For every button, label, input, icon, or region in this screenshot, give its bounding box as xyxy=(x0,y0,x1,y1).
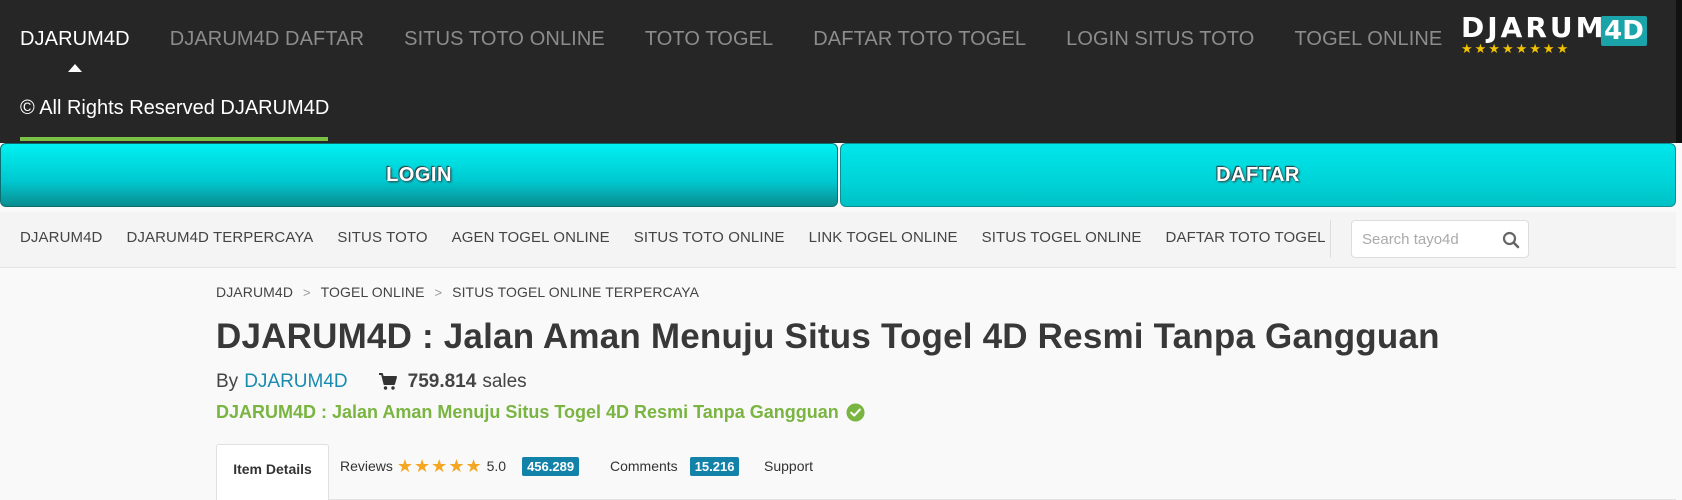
verified-subtitle: DJARUM4D : Jalan Aman Menuju Situs Togel… xyxy=(216,402,865,423)
subnav-item-situs-toto[interactable]: SITUS TOTO xyxy=(337,229,427,246)
login-button[interactable]: LOGIN xyxy=(0,143,838,207)
breadcrumb: DJARUM4D > TOGEL ONLINE > SITUS TOGEL ON… xyxy=(216,284,699,300)
tab-support[interactable]: Support xyxy=(764,444,813,488)
cart-icon xyxy=(378,373,397,390)
sales-count: 759.814 xyxy=(407,371,477,392)
logo-4d-box: 4D xyxy=(1601,16,1647,46)
site-logo[interactable]: DJARUM 4D ★★★★★★★★ xyxy=(1461,11,1647,56)
page-title: DJARUM4D : Jalan Aman Menuju Situs Togel… xyxy=(216,317,1440,356)
breadcrumb-item-situs-togel[interactable]: SITUS TOGEL ONLINE TERPERCAYA xyxy=(452,284,699,300)
chevron-right-icon: > xyxy=(434,284,443,300)
subnav-item-djarum4d[interactable]: DJARUM4D xyxy=(20,229,102,246)
tab-reviews[interactable]: Reviews ★★★★★ 5.0 456.289 xyxy=(340,444,580,488)
topnav-item-daftar-toto-togel[interactable]: DAFTAR TOTO TOGEL xyxy=(813,28,1026,51)
subnav-item-situs-toto-online[interactable]: SITUS TOTO ONLINE xyxy=(634,229,785,246)
topnav-item-djarum4d-daftar[interactable]: DJARUM4D DAFTAR xyxy=(170,28,364,51)
author-link[interactable]: DJARUM4D xyxy=(244,371,347,393)
subnav-item-daftar-toto-togel[interactable]: DAFTAR TOTO TOGEL xyxy=(1166,229,1326,246)
search-input[interactable] xyxy=(1362,229,1492,249)
reviews-label: Reviews xyxy=(340,458,393,474)
subnav-item-link-togel-online[interactable]: LINK TOGEL ONLINE xyxy=(809,229,958,246)
active-caret-icon xyxy=(68,64,82,72)
item-tabs: Item Details Reviews ★★★★★ 5.0 456.289 C… xyxy=(216,444,1676,500)
secondary-nav: DJARUM4D DJARUM4D TERPERCAYA SITUS TOTO … xyxy=(0,212,1676,268)
reviews-count-badge: 456.289 xyxy=(522,456,580,476)
sales-label: sales xyxy=(482,371,527,392)
topnav-item-togel-online[interactable]: TOGEL ONLINE xyxy=(1294,28,1442,51)
topnav-item-login-situs-toto[interactable]: LOGIN SITUS TOTO xyxy=(1066,28,1254,51)
topnav-item-situs-toto-online[interactable]: SITUS TOTO ONLINE xyxy=(404,28,605,51)
daftar-button[interactable]: DAFTAR xyxy=(840,143,1676,207)
rating-stars-icon: ★★★★★ xyxy=(396,455,483,476)
topnav-item-toto-togel[interactable]: TOTO TOGEL xyxy=(645,28,773,51)
auth-buttons: LOGIN DAFTAR xyxy=(0,143,1676,207)
chevron-right-icon: > xyxy=(303,284,311,300)
logo-wordmark: DJARUM xyxy=(1461,11,1607,44)
comments-label: Comments xyxy=(610,458,678,474)
byline: By DJARUM4D 759.814 sales xyxy=(216,371,527,393)
comments-count-badge: 15.216 xyxy=(689,456,740,476)
rating-value: 5.0 xyxy=(486,458,507,474)
subnav-item-djarum4d-terpercaya[interactable]: DJARUM4D TERPERCAYA xyxy=(126,229,313,246)
topnav-item-djarum4d[interactable]: DJARUM4D xyxy=(20,28,130,51)
subtitle-text: DJARUM4D : Jalan Aman Menuju Situs Togel… xyxy=(216,402,839,422)
logo-stars-icon: ★★★★★★★★ xyxy=(1461,41,1571,56)
copyright-text: © All Rights Reserved DJARUM4D xyxy=(20,97,330,119)
top-header: DJARUM4D DJARUM4D DAFTAR SITUS TOTO ONLI… xyxy=(0,0,1682,143)
tab-comments[interactable]: Comments 15.216 xyxy=(610,444,740,488)
verified-check-icon xyxy=(846,403,865,422)
subnav-item-situs-togel-online[interactable]: SITUS TOGEL ONLINE xyxy=(982,229,1142,246)
copyright-underline xyxy=(20,137,328,141)
subnav-item-agen-togel-online[interactable]: AGEN TOGEL ONLINE xyxy=(452,229,610,246)
breadcrumb-item-djarum4d[interactable]: DJARUM4D xyxy=(216,284,293,300)
search-icon[interactable] xyxy=(1501,230,1521,250)
search-box xyxy=(1351,220,1529,258)
secondary-nav-links: DJARUM4D DJARUM4D TERPERCAYA SITUS TOTO … xyxy=(20,229,1350,246)
tab-item-details[interactable]: Item Details xyxy=(216,444,329,500)
subnav-divider xyxy=(1330,220,1331,258)
by-label: By xyxy=(216,371,239,392)
breadcrumb-item-togel-online[interactable]: TOGEL ONLINE xyxy=(321,284,425,300)
top-nav: DJARUM4D DJARUM4D DAFTAR SITUS TOTO ONLI… xyxy=(20,28,1482,50)
